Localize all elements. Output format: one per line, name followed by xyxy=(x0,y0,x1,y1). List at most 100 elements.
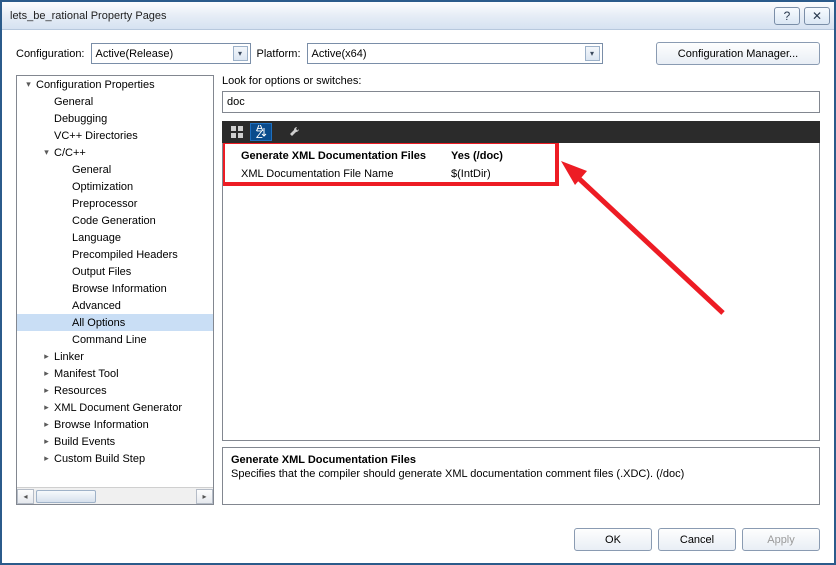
chevron-down-icon: ▾ xyxy=(585,46,600,61)
titlebar: lets_be_rational Property Pages ? ✕ xyxy=(2,2,834,30)
tree-item[interactable]: Browse Information xyxy=(17,280,214,297)
tree-item-label: Debugging xyxy=(54,113,107,125)
tree-item[interactable]: ▾C/C++ xyxy=(17,144,214,161)
search-label: Look for options or switches: xyxy=(222,75,820,87)
tree-item-label: Linker xyxy=(54,351,84,363)
right-pane: Look for options or switches: AZ Generat… xyxy=(222,75,820,505)
configuration-label: Configuration: xyxy=(16,48,85,60)
description-title: Generate XML Documentation Files xyxy=(231,454,811,466)
cancel-button[interactable]: Cancel xyxy=(658,528,736,551)
expand-closed-icon[interactable]: ▸ xyxy=(41,436,52,447)
expand-none xyxy=(59,283,70,294)
expand-none xyxy=(59,181,70,192)
platform-value: Active(x64) xyxy=(312,48,367,60)
scroll-right-icon[interactable]: ▸ xyxy=(196,489,213,504)
property-tree[interactable]: ▾Configuration PropertiesGeneralDebuggin… xyxy=(16,75,214,505)
tree-item[interactable]: ▸Linker xyxy=(17,348,214,365)
main-area: ▾Configuration PropertiesGeneralDebuggin… xyxy=(2,75,834,505)
tree-item-label: Output Files xyxy=(72,266,131,278)
expand-closed-icon[interactable]: ▸ xyxy=(41,419,52,430)
tree-item-label: Manifest Tool xyxy=(54,368,119,380)
tree-item[interactable]: ▸Resources xyxy=(17,382,214,399)
tree-item-label: XML Document Generator xyxy=(54,402,182,414)
tree-item-label: Precompiled Headers xyxy=(72,249,178,261)
tree-item-label: Code Generation xyxy=(72,215,156,227)
alpha-sort-icon[interactable]: AZ xyxy=(250,123,272,141)
dialog-buttons: OK Cancel Apply xyxy=(574,528,820,551)
expand-none xyxy=(59,266,70,277)
config-manager-button[interactable]: Configuration Manager... xyxy=(656,42,820,65)
expand-none xyxy=(59,249,70,260)
wrench-icon[interactable] xyxy=(284,123,306,141)
categorized-icon[interactable] xyxy=(226,123,248,141)
chevron-down-icon: ▾ xyxy=(233,46,248,61)
annotation-highlight xyxy=(222,143,559,186)
tree-item-label: Custom Build Step xyxy=(54,453,145,465)
tree-item[interactable]: ▸Manifest Tool xyxy=(17,365,214,382)
tree-item-label: Resources xyxy=(54,385,107,397)
expand-closed-icon[interactable]: ▸ xyxy=(41,351,52,362)
tree-item[interactable]: ▸Build Events xyxy=(17,433,214,450)
tree-item-label: Preprocessor xyxy=(72,198,137,210)
expand-none xyxy=(59,300,70,311)
tree-item[interactable]: Debugging xyxy=(17,110,214,127)
close-button[interactable]: ✕ xyxy=(804,7,830,25)
tree-item[interactable]: All Options xyxy=(17,314,214,331)
expand-open-icon[interactable]: ▾ xyxy=(23,79,34,90)
window-title: lets_be_rational Property Pages xyxy=(6,10,770,22)
tree-item-label: Browse Information xyxy=(54,419,149,431)
ok-button[interactable]: OK xyxy=(574,528,652,551)
property-grid[interactable]: Generate XML Documentation FilesYes (/do… xyxy=(222,143,820,441)
configuration-combo[interactable]: Active(Release) ▾ xyxy=(91,43,251,64)
search-input[interactable] xyxy=(222,91,820,113)
tree-item[interactable]: Preprocessor xyxy=(17,195,214,212)
platform-label: Platform: xyxy=(257,48,301,60)
apply-button[interactable]: Apply xyxy=(742,528,820,551)
expand-none xyxy=(59,334,70,345)
svg-text:Z: Z xyxy=(256,129,263,139)
tree-item[interactable]: Advanced xyxy=(17,297,214,314)
tree-horizontal-scrollbar[interactable]: ◂ ▸ xyxy=(17,487,213,504)
expand-closed-icon[interactable]: ▸ xyxy=(41,368,52,379)
expand-none xyxy=(59,198,70,209)
help-button[interactable]: ? xyxy=(774,7,800,25)
description-pane: Generate XML Documentation Files Specifi… xyxy=(222,447,820,505)
tree-item[interactable]: ▾Configuration Properties xyxy=(17,76,214,93)
tree-item[interactable]: Code Generation xyxy=(17,212,214,229)
expand-none xyxy=(59,317,70,328)
tree-item-label: General xyxy=(54,96,93,108)
scroll-left-icon[interactable]: ◂ xyxy=(17,489,34,504)
tree-item[interactable]: Optimization xyxy=(17,178,214,195)
tree-item[interactable]: General xyxy=(17,161,214,178)
tree-item-label: Configuration Properties xyxy=(36,79,155,91)
tree-item-label: Optimization xyxy=(72,181,133,193)
tree-item[interactable]: ▸XML Document Generator xyxy=(17,399,214,416)
expand-none xyxy=(59,232,70,243)
description-body: Specifies that the compiler should gener… xyxy=(231,468,811,480)
grid-toolbar: AZ xyxy=(222,121,820,143)
tree-item-label: VC++ Directories xyxy=(54,130,138,142)
expand-none xyxy=(59,164,70,175)
expand-open-icon[interactable]: ▾ xyxy=(41,147,52,158)
expand-closed-icon[interactable]: ▸ xyxy=(41,402,52,413)
expand-closed-icon[interactable]: ▸ xyxy=(41,453,52,464)
tree-item-label: Browse Information xyxy=(72,283,167,295)
tree-item[interactable]: Precompiled Headers xyxy=(17,246,214,263)
tree-item[interactable]: General xyxy=(17,93,214,110)
tree-item[interactable]: Output Files xyxy=(17,263,214,280)
expand-none xyxy=(59,215,70,226)
tree-item-label: General xyxy=(72,164,111,176)
tree-item-label: Language xyxy=(72,232,121,244)
scroll-thumb[interactable] xyxy=(36,490,96,503)
expand-none xyxy=(41,130,52,141)
tree-item[interactable]: Command Line xyxy=(17,331,214,348)
expand-closed-icon[interactable]: ▸ xyxy=(41,385,52,396)
tree-item[interactable]: ▸Custom Build Step xyxy=(17,450,214,467)
tree-item[interactable]: VC++ Directories xyxy=(17,127,214,144)
tree-item-label: Advanced xyxy=(72,300,121,312)
expand-none xyxy=(41,113,52,124)
tree-item[interactable]: Language xyxy=(17,229,214,246)
config-row: Configuration: Active(Release) ▾ Platfor… xyxy=(2,30,834,75)
tree-item[interactable]: ▸Browse Information xyxy=(17,416,214,433)
platform-combo[interactable]: Active(x64) ▾ xyxy=(307,43,603,64)
